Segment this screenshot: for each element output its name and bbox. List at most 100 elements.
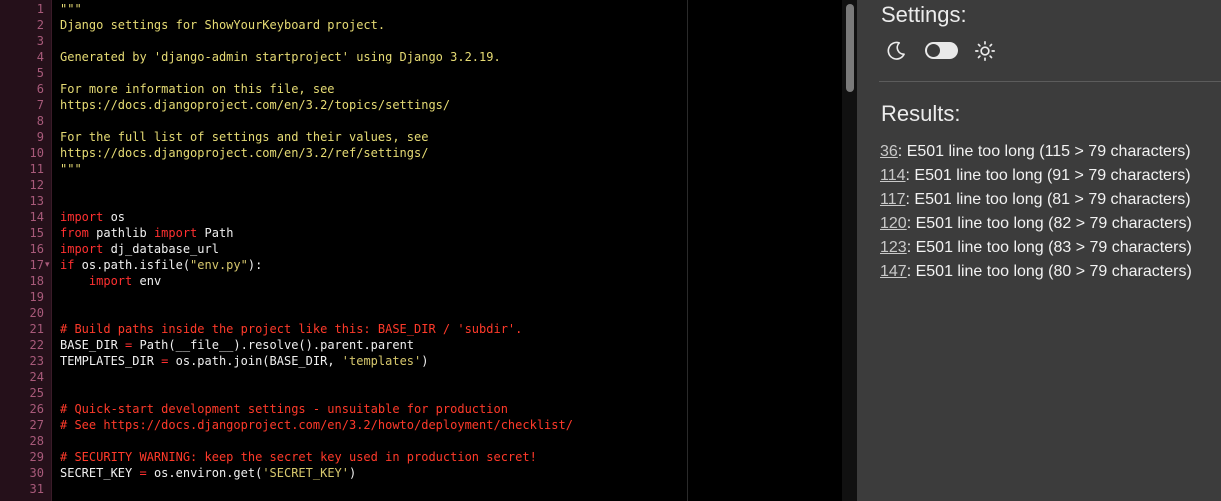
- line-number: 8: [36, 114, 44, 128]
- line-number: 5: [36, 66, 44, 80]
- code-line[interactable]: TEMPLATES_DIR = os.path.join(BASE_DIR, '…: [60, 353, 429, 369]
- line-number: 15: [29, 226, 44, 240]
- line-number: 10: [29, 146, 44, 160]
- code-token: pathlib: [88, 226, 154, 240]
- results-heading: Results:: [881, 101, 961, 126]
- code-token: from: [60, 226, 89, 240]
- line-number: 13: [29, 194, 44, 208]
- code-token: BASE_DIR: [60, 338, 126, 352]
- result-item: 123: E501 line too long (83 > 79 charact…: [880, 238, 1192, 262]
- editor-scrollbar[interactable]: [842, 0, 857, 501]
- code-line[interactable]: https://docs.djangoproject.com/en/3.2/to…: [60, 97, 450, 113]
- code-line[interactable]: import dj_database_url: [60, 241, 219, 257]
- line-number: 20: [29, 306, 44, 320]
- code-line[interactable]: Django settings for ShowYourKeyboard pro…: [60, 17, 385, 33]
- code-token: # Build paths inside the project like th…: [60, 322, 523, 336]
- result-message: : E501 line too long (115 > 79 character…: [897, 143, 1191, 160]
- code-line[interactable]: """: [60, 161, 82, 177]
- line-number: 4: [36, 50, 44, 64]
- code-line[interactable]: # SECURITY WARNING: keep the secret key …: [60, 449, 537, 465]
- code-line[interactable]: # See https://docs.djangoproject.com/en/…: [60, 417, 573, 433]
- result-line-link[interactable]: 120: [880, 215, 907, 232]
- code-line[interactable]: # Quick-start development settings - uns…: [60, 401, 508, 417]
- result-line-link[interactable]: 147: [880, 263, 907, 280]
- sun-icon: [975, 41, 995, 61]
- code-token: import: [88, 274, 133, 288]
- line-number: 23: [29, 354, 44, 368]
- code-line[interactable]: import os: [60, 209, 125, 225]
- result-message: : E501 line too long (80 > 79 characters…: [906, 263, 1192, 280]
- code-token: dj_database_url: [103, 242, 219, 256]
- code-line[interactable]: Generated by 'django-admin startproject'…: [60, 49, 501, 65]
- code-token: """: [60, 162, 82, 176]
- line-number: 31: [29, 482, 44, 496]
- code-line[interactable]: BASE_DIR = Path(__file__).resolve().pare…: [60, 337, 414, 353]
- theme-toggle[interactable]: [925, 42, 958, 59]
- line-number: 17: [29, 258, 44, 272]
- moon-icon: [887, 41, 905, 60]
- result-message: : E501 line too long (82 > 79 characters…: [906, 215, 1192, 232]
- panel-divider: [879, 81, 1221, 82]
- code-line[interactable]: For the full list of settings and their …: [60, 129, 428, 145]
- code-area[interactable]: """ Django settings for ShowYourKeyboard …: [52, 0, 842, 501]
- results-list: 36: E501 line too long (115 > 79 charact…: [880, 142, 1192, 286]
- code-token: os.path.join(BASE_DIR,: [168, 354, 342, 368]
- result-item: 147: E501 line too long (80 > 79 charact…: [880, 262, 1192, 286]
- code-token: https://docs.djangoproject.com/en/3.2/to…: [60, 98, 451, 112]
- line-number: 11: [29, 162, 44, 176]
- code-editor[interactable]: 1 2 3 4 5 6 7 8 9 10 11 12 13 14 15 16 17 ▾ 18 19 20 21 22 23 24…: [0, 0, 857, 501]
- line-number: 14: [29, 210, 44, 224]
- code-token: env: [132, 274, 162, 288]
- result-message: : E501 line too long (91 > 79 characters…: [905, 167, 1191, 184]
- code-token: import: [60, 210, 104, 224]
- line-number: 6: [36, 82, 44, 96]
- code-token: TEMPLATES_DIR: [60, 354, 162, 368]
- code-line[interactable]: if os.path.isfile("env.py"):: [60, 257, 262, 273]
- code-token: ): [349, 466, 357, 480]
- code-token: # See https://docs.djangoproject.com/en/…: [60, 418, 573, 432]
- result-message: : E501 line too long (83 > 79 characters…: [906, 239, 1192, 256]
- code-token: For the full list of settings and their …: [60, 130, 429, 144]
- scrollbar-thumb[interactable]: [846, 4, 854, 92]
- result-line-link[interactable]: 114: [880, 167, 906, 184]
- result-line-link[interactable]: 123: [880, 239, 907, 256]
- code-token: import: [153, 226, 198, 240]
- code-line[interactable]: # Build paths inside the project like th…: [60, 321, 522, 337]
- line-number: 12: [29, 178, 44, 192]
- line-number: 19: [29, 290, 44, 304]
- code-line[interactable]: https://docs.djangoproject.com/en/3.2/re…: [60, 145, 428, 161]
- side-panel: Settings: Results: 36: E501 line too lon…: [857, 0, 1221, 501]
- line-number: 7: [36, 98, 44, 112]
- code-line[interactable]: """: [60, 1, 82, 17]
- result-item: 114: E501 line too long (91 > 79 charact…: [880, 166, 1192, 190]
- code-token: SECRET_KEY: [60, 466, 140, 480]
- code-token: os.environ.get(: [146, 466, 263, 480]
- code-line[interactable]: import env: [60, 273, 161, 289]
- code-line[interactable]: SECRET_KEY = os.environ.get('SECRET_KEY'…: [60, 465, 356, 481]
- line-number: 27: [29, 418, 44, 432]
- result-message: : E501 line too long (81 > 79 characters…: [905, 191, 1191, 208]
- print-margin-line: [687, 0, 688, 501]
- code-token: os: [103, 210, 126, 224]
- line-number: 30: [29, 466, 44, 480]
- line-number: 2: [36, 18, 44, 32]
- line-number: 16: [29, 242, 44, 256]
- code-token: os.path.isfile(: [74, 258, 191, 272]
- code-token: For more information on this file, see: [60, 82, 335, 96]
- code-line[interactable]: For more information on this file, see: [60, 81, 335, 97]
- code-token: Path(__file__).resolve().parent.parent: [132, 338, 415, 352]
- result-line-link[interactable]: 117: [880, 191, 906, 208]
- code-token: 'SECRET_KEY': [262, 466, 350, 480]
- code-line[interactable]: from pathlib import Path: [60, 225, 233, 241]
- code-token: # Quick-start development settings - uns…: [60, 402, 508, 416]
- line-number: 26: [29, 402, 44, 416]
- fold-arrow-icon[interactable]: ▾: [45, 257, 50, 273]
- line-number-gutter: 1 2 3 4 5 6 7 8 9 10 11 12 13 14 15 16 17 ▾ 18 19 20 21 22 23 24…: [0, 0, 52, 501]
- line-number: 1: [36, 2, 44, 16]
- line-number: 22: [29, 338, 44, 352]
- result-line-link[interactable]: 36: [880, 143, 898, 160]
- line-number: 24: [29, 370, 44, 384]
- result-item: 120: E501 line too long (82 > 79 charact…: [880, 214, 1192, 238]
- code-token: Django settings for ShowYourKeyboard pro…: [60, 18, 386, 32]
